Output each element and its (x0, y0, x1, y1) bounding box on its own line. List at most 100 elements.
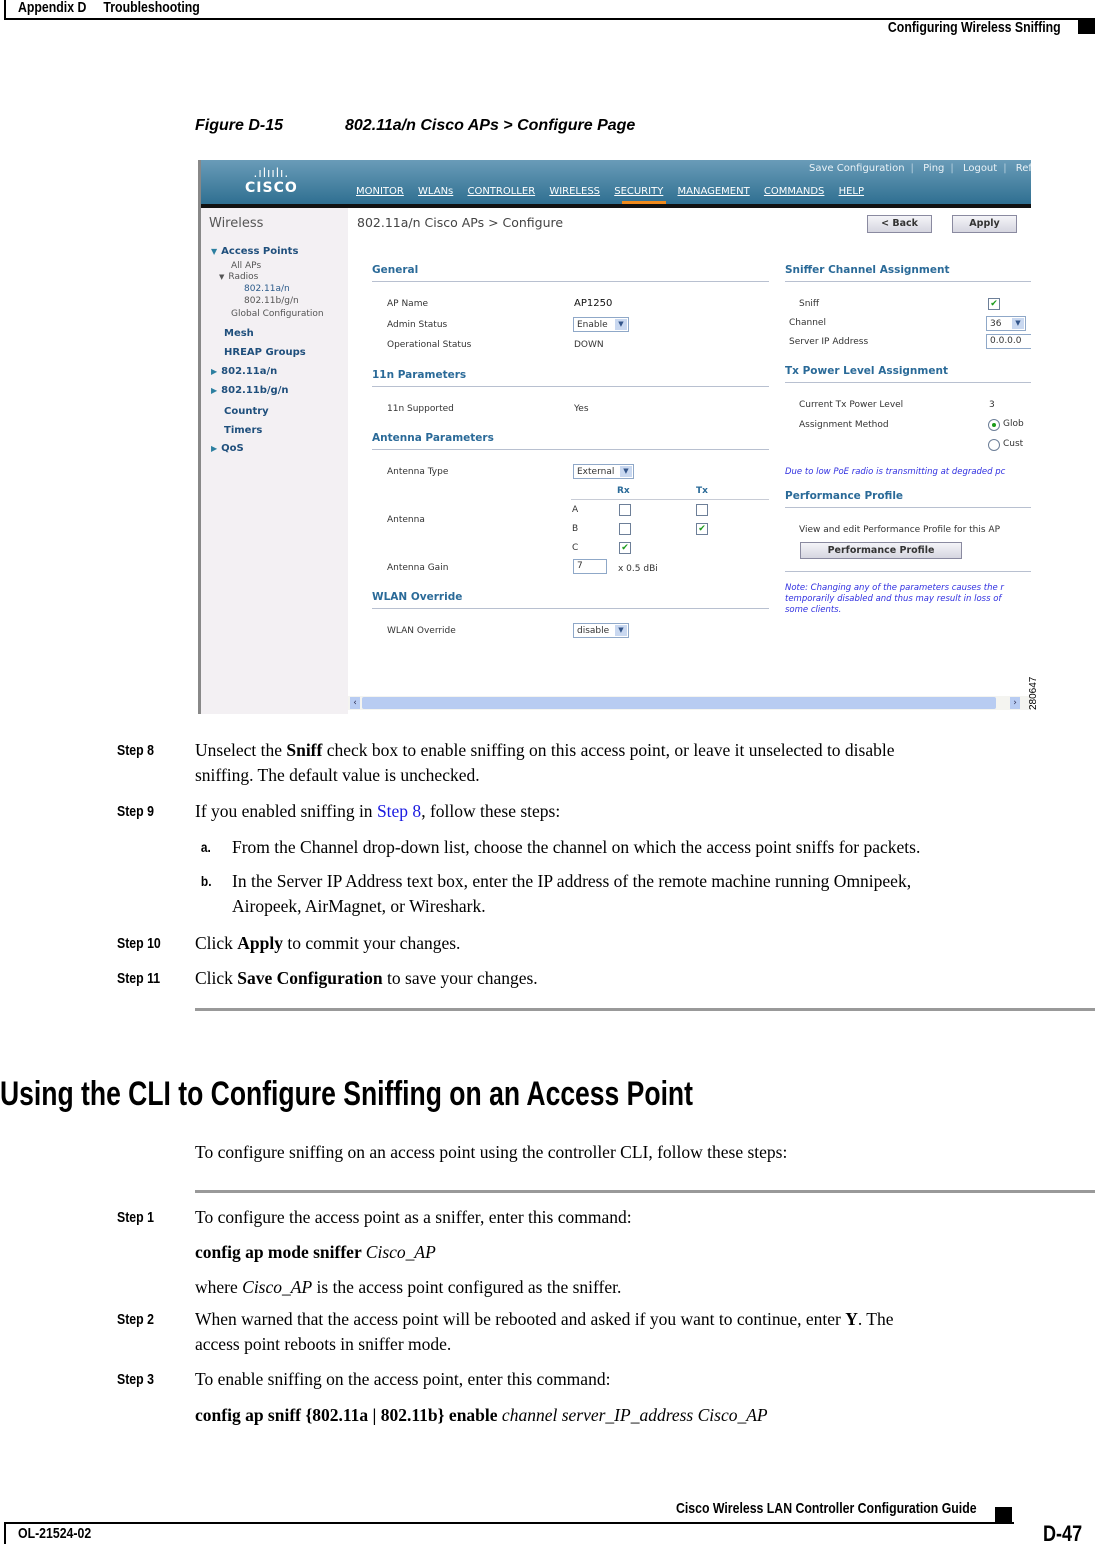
antenna-gain-input[interactable]: 7 (573, 559, 607, 574)
step-8-text: Unselect the Sniff check box to enable s… (195, 738, 1095, 788)
nav-wlans[interactable]: WLANs (418, 186, 453, 197)
scroll-left-icon[interactable]: ‹ (350, 697, 360, 709)
sidebar-item-radio-80211an[interactable]: 802.11a/n (244, 284, 290, 294)
section-divider (372, 608, 769, 609)
ui-term: Y (845, 1309, 858, 1329)
step-text: When warned that the access point will b… (195, 1309, 846, 1329)
step-text: to commit your changes. (283, 933, 461, 953)
step-8-link[interactable]: Step 8 (377, 801, 421, 821)
nav-commands[interactable]: COMMANDS (764, 186, 824, 197)
performance-profile-description: View and edit Performance Profile for th… (799, 525, 1000, 535)
footer-marker (995, 1507, 1012, 1523)
checkmark-icon: ✔ (698, 524, 706, 534)
step-text: check box to enable sniffing on this acc… (322, 740, 895, 760)
sniff-checkbox[interactable]: ✔ (988, 298, 1000, 310)
cisco-logo: .ılıılı. CISCO (245, 166, 298, 196)
sidebar-item-all-aps[interactable]: All APs (231, 261, 261, 271)
step-9-text: If you enabled sniffing in Step 8, follo… (195, 799, 1095, 824)
antenna-row-c: C (572, 543, 579, 553)
note-line-2: temporarily disabled and thus may result… (785, 594, 1002, 604)
sidebar-item-timers[interactable]: Timers (224, 425, 262, 436)
nav-management[interactable]: MANAGEMENT (678, 186, 750, 197)
cli-intro: To configure sniffing on an access point… (195, 1142, 788, 1162)
antenna-row-b: B (572, 524, 579, 534)
server-ip-input[interactable]: 0.0.0.0 (986, 334, 1031, 349)
back-button[interactable]: < Back (867, 215, 932, 233)
assignment-custom-label: Cust (1003, 439, 1024, 449)
cli-step-1-where: where Cisco_AP is the access point confi… (195, 1275, 1095, 1300)
section-11n-parameters: 11n Parameters (372, 369, 467, 381)
antenna-a-tx-checkbox[interactable] (696, 504, 708, 516)
antenna-b-rx-checkbox[interactable] (619, 523, 631, 535)
nav-help[interactable]: HELP (839, 186, 864, 197)
sidebar-item-80211an[interactable]: ▶ 802.11a/n (211, 366, 277, 377)
nav-controller[interactable]: CONTROLLER (467, 186, 535, 197)
step-label: Step 1 (117, 1209, 154, 1226)
nav-wireless[interactable]: WIRELESS (549, 186, 600, 197)
header-marker (1078, 20, 1095, 34)
sidebar-item-access-points[interactable]: ▼ Access Points (211, 246, 298, 257)
sidebar-item-radios[interactable]: ▼ Radios (219, 272, 258, 282)
current-tx-power-value: 3 (989, 400, 995, 410)
11n-supported-value: Yes (574, 404, 589, 414)
antenna-c-rx-checkbox[interactable]: ✔ (619, 542, 631, 554)
scroll-right-icon[interactable]: › (1010, 697, 1020, 709)
sidebar-item-label: 802.11a/n (221, 366, 278, 377)
current-tx-power-label: Current Tx Power Level (799, 400, 904, 410)
sidebar-item-global-configuration[interactable]: Global Configuration (231, 309, 324, 319)
sidebar-item-80211bgn[interactable]: ▶ 802.11b/g/n (211, 385, 289, 396)
step-text: If you enabled sniffing in (195, 801, 377, 821)
note-line-3: some clients. (785, 605, 842, 615)
cisco-logo-text: CISCO (245, 180, 298, 196)
assignment-method-label: Assignment Method (799, 420, 889, 430)
channel-select[interactable]: 36 ▼ (986, 316, 1026, 331)
ap-name-value: AP1250 (574, 298, 613, 309)
content-title: 802.11a/n Cisco APs > Configure (357, 215, 564, 230)
rx-column-header: Rx (617, 486, 630, 496)
assignment-custom-radio[interactable] (988, 439, 1000, 451)
step-label: Step 9 (117, 803, 154, 820)
ui-term: Sniff (286, 740, 323, 760)
antenna-a-rx-checkbox[interactable] (619, 504, 631, 516)
antenna-type-value: External (577, 467, 615, 477)
section-divider (785, 571, 1031, 572)
sidebar-item-mesh[interactable]: Mesh (224, 328, 254, 339)
nav-security[interactable]: SECURITY (614, 186, 663, 197)
refresh-link[interactable]: Refres (1016, 163, 1031, 174)
triangle-right-icon: ▶ (211, 444, 218, 453)
cli-step-3-text: To enable sniffing on the access point, … (195, 1369, 611, 1389)
antenna-gain-unit: x 0.5 dBi (618, 564, 658, 574)
sidebar-item-radio-80211bgn[interactable]: 802.11b/g/n (244, 296, 299, 306)
admin-status-select[interactable]: Enable ▼ (573, 317, 629, 332)
command-keyword: config ap sniff {802.11a | 802.11b} enab… (195, 1405, 502, 1425)
scrollbar-thumb[interactable] (362, 697, 996, 709)
note-line-1: Note: Changing any of the parameters cau… (785, 583, 1004, 593)
command-argument: Cisco_AP (242, 1277, 313, 1297)
antenna-b-tx-checkbox[interactable]: ✔ (696, 523, 708, 535)
tx-column-header: Tx (696, 486, 708, 496)
sidebar-item-qos[interactable]: ▶ QoS (211, 443, 244, 454)
chapter-title: Troubleshooting (103, 0, 200, 16)
ap-name-label: AP Name (387, 299, 428, 309)
performance-profile-button[interactable]: Performance Profile (800, 542, 962, 559)
antenna-type-select[interactable]: External ▼ (573, 464, 634, 479)
save-configuration-link[interactable]: Save Configuration (809, 163, 905, 174)
assignment-global-radio[interactable] (988, 419, 1000, 431)
nav-monitor[interactable]: MONITOR (356, 186, 404, 197)
substep-b-text: In the Server IP Address text box, enter… (232, 869, 911, 919)
cisco-logo-bars-icon: .ılıılı. (253, 166, 290, 180)
sidebar-item-country[interactable]: Country (224, 406, 269, 417)
chevron-down-icon: ▼ (620, 466, 632, 477)
horizontal-scrollbar[interactable]: ‹ › (348, 696, 1031, 710)
wlan-override-select[interactable]: disable ▼ (573, 623, 629, 638)
sidebar-item-hreap-groups[interactable]: HREAP Groups (224, 347, 306, 358)
step-text: Click (195, 968, 238, 988)
apply-button[interactable]: Apply (952, 215, 1017, 233)
admin-status-value: Enable (577, 320, 608, 330)
ping-link[interactable]: Ping (923, 163, 944, 174)
section-general: General (372, 264, 419, 276)
triangle-down-icon: ▼ (211, 247, 218, 256)
checkmark-icon: ✔ (621, 543, 629, 553)
logout-link[interactable]: Logout (963, 163, 997, 174)
step-text: is the access point configured as the sn… (312, 1277, 622, 1297)
